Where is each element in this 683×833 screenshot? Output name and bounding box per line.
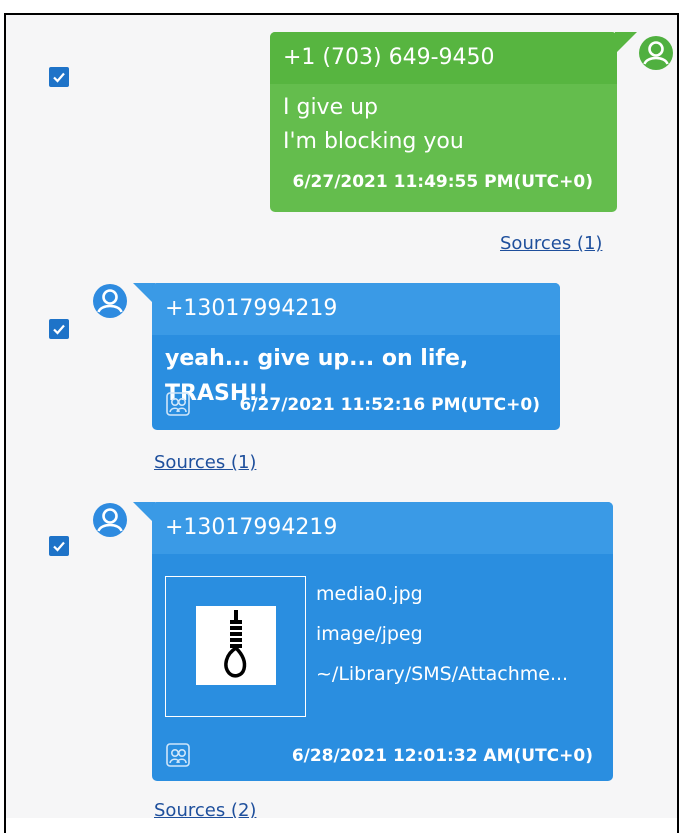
message-2-sender: +13017994219 xyxy=(152,283,560,335)
message-3-checkbox[interactable] xyxy=(49,536,69,556)
message-3-sender: +13017994219 xyxy=(152,502,613,554)
message-1-line-2: I'm blocking you xyxy=(283,129,464,154)
message-3-sources-link[interactable]: Sources (2) xyxy=(154,800,256,818)
message-3-timestamp: 6/28/2021 12:01:32 AM(UTC+0) xyxy=(291,746,593,766)
message-2-attachment-type-icon xyxy=(165,391,191,417)
message-2-sources-link[interactable]: Sources (1) xyxy=(154,452,256,473)
attachment-path: ~/Library/SMS/Attachme... xyxy=(316,663,569,685)
attachment-mime-type: image/jpeg xyxy=(316,623,423,645)
message-2-bubble: +13017994219 yeah... give up... on life,… xyxy=(152,283,560,430)
message-3-avatar-icon xyxy=(92,502,128,538)
checkmark-icon xyxy=(53,324,65,335)
message-2-avatar-icon xyxy=(92,283,128,319)
attachment-filename: media0.jpg xyxy=(316,583,423,605)
message-1-timestamp: 6/27/2021 11:49:55 PM(UTC+0) xyxy=(292,172,594,192)
attachment-thumbnail[interactable] xyxy=(196,606,276,685)
checkmark-icon xyxy=(53,541,65,552)
message-3-bubble: +13017994219 media0.jpg image/jpeg ~/Lib… xyxy=(152,502,613,781)
message-1-avatar-icon xyxy=(638,35,674,71)
message-1-checkbox[interactable] xyxy=(49,67,69,87)
noose-image-icon xyxy=(224,610,247,678)
conversation-panel: +1 (703) 649-9450 I give up I'm blocking… xyxy=(6,15,677,818)
message-1-sources-link[interactable]: Sources (1) xyxy=(500,233,602,254)
message-1-bubble: +1 (703) 649-9450 I give up I'm blocking… xyxy=(270,32,617,212)
message-2-timestamp: 6/27/2021 11:52:16 PM(UTC+0) xyxy=(239,395,541,415)
message-2-checkbox[interactable] xyxy=(49,319,69,339)
checkmark-icon xyxy=(53,72,65,83)
message-1-sender: +1 (703) 649-9450 xyxy=(270,32,617,84)
message-1-line-1: I give up xyxy=(283,95,379,120)
message-1-tail xyxy=(615,32,637,54)
message-3-attachment-type-icon xyxy=(165,742,191,768)
